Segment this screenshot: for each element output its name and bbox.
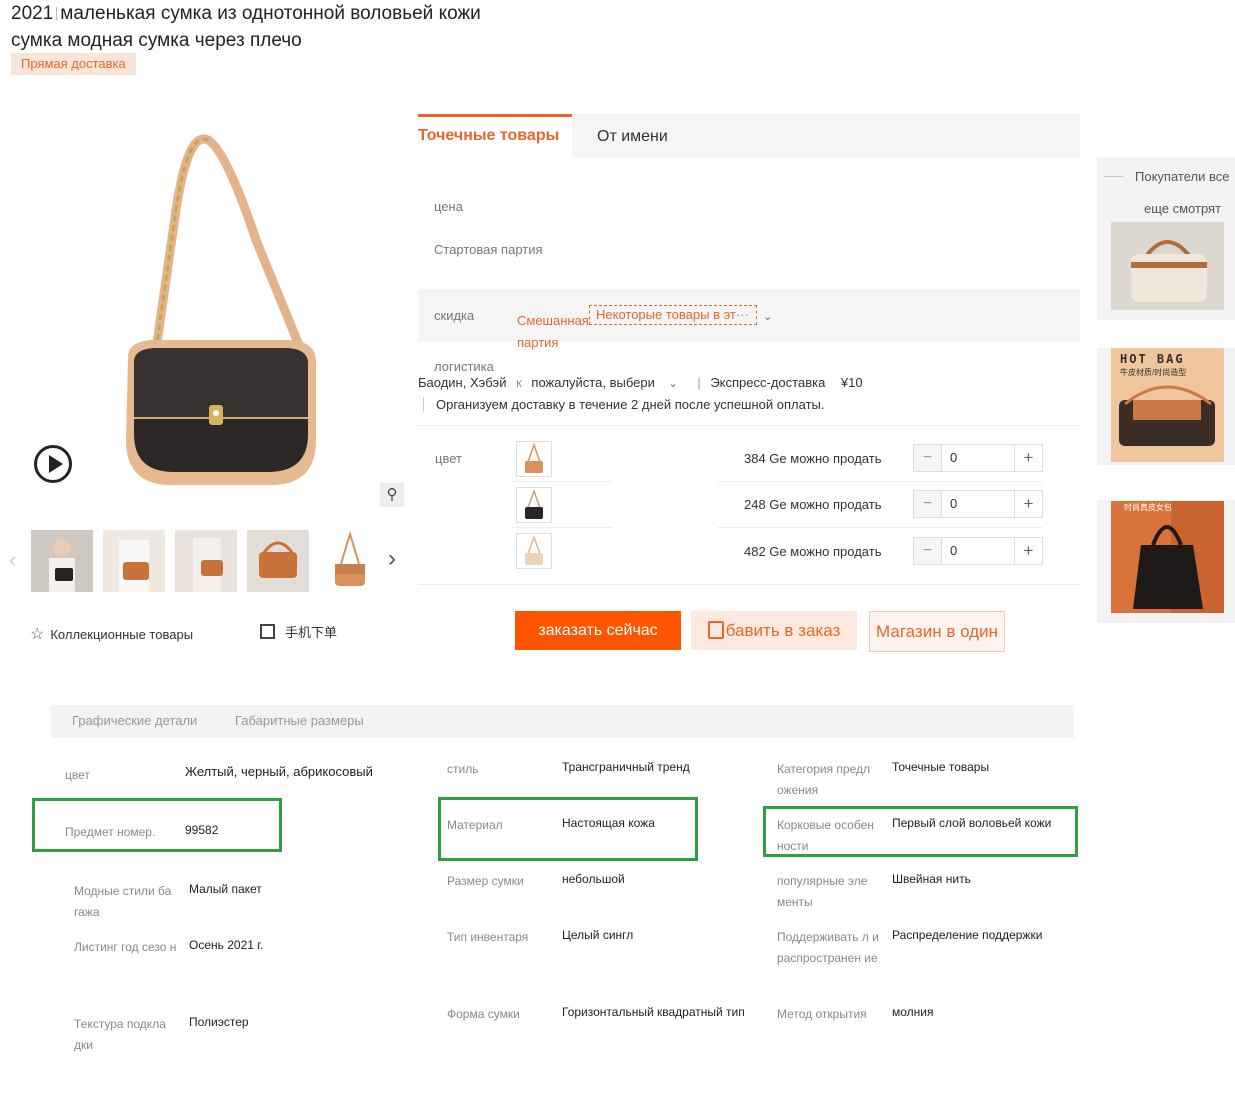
- plus-icon[interactable]: +: [1014, 538, 1042, 564]
- thumbnail-3[interactable]: [175, 530, 237, 592]
- attr-value: Горизонтальный квадратный тип: [562, 1005, 745, 1019]
- attr-value: Целый сингл: [562, 928, 634, 942]
- attr-key: Листинг год сезо н: [74, 940, 177, 954]
- sidebar-ad-3-title: 时尚真皮女包: [1124, 503, 1172, 512]
- thumbnail-2[interactable]: [103, 530, 165, 592]
- minus-icon[interactable]: −: [914, 491, 942, 517]
- stock-1: 384 Ge можно продать: [744, 451, 882, 466]
- attr-key: стиль: [447, 762, 479, 776]
- minus-icon[interactable]: −: [914, 445, 942, 471]
- color-swatch-1[interactable]: [516, 441, 552, 477]
- attr-value: Желтый, черный, абрикосовый: [185, 764, 373, 779]
- order-now-button[interactable]: заказать сейчас: [515, 611, 681, 650]
- color-swatch-2[interactable]: [516, 487, 552, 523]
- express-text: Экспресс-доставка: [710, 375, 826, 390]
- attr-value: молния: [892, 1005, 934, 1019]
- thumbs-next-icon[interactable]: ›: [388, 545, 396, 573]
- thumbs-prev-icon[interactable]: ‹: [9, 547, 16, 573]
- sidebar-title-line1: Покупатели все: [1135, 169, 1230, 184]
- sidebar-ad-2-subtitle: 牛皮材质/时尚造型: [1120, 368, 1187, 377]
- color-label: цвет: [435, 451, 462, 466]
- attr-key: Модные стили ба гажа: [74, 884, 172, 919]
- tab-spot-goods[interactable]: Точечные товары: [418, 114, 572, 157]
- attr-value: Настоящая кожа: [562, 816, 655, 830]
- attr-value: Осень 2021 г.: [189, 938, 264, 952]
- destination-select[interactable]: пожалуйста, выбери: [531, 375, 654, 390]
- attr-key: Материал: [447, 818, 503, 832]
- shipping-note: Организуем доставку в течение 2 дней пос…: [423, 397, 824, 412]
- min-batch-label: Стартовая партия: [434, 242, 543, 257]
- attr-key: Поддерживать л и распространен ие: [777, 930, 879, 965]
- chevron-down-icon[interactable]: ⌄: [763, 310, 772, 323]
- play-video-icon[interactable]: [34, 445, 72, 483]
- attr-value: Швейная нить: [892, 872, 971, 886]
- attr-key: Текстура подкла дки: [74, 1017, 166, 1052]
- attr-value: Полиэстер: [189, 1015, 249, 1029]
- sidebar-ad-2-title: HOT BAG: [1120, 352, 1185, 366]
- tab-dimensions[interactable]: Габаритные размеры: [235, 713, 364, 728]
- stock-2: 248 Ge можно продать: [744, 497, 882, 512]
- attr-value: Распределение поддержки: [892, 928, 1043, 942]
- collect-button[interactable]: ☆ Коллекционные товары: [30, 624, 193, 644]
- tab-on-behalf[interactable]: От имени: [597, 114, 668, 157]
- sidebar-title-line2: еще смотрят: [1144, 201, 1222, 216]
- mobile-order-button[interactable]: 手机下单: [260, 622, 337, 641]
- shop-one-button[interactable]: Магазин в один: [869, 611, 1005, 652]
- shipping-fee: ¥10: [840, 375, 863, 390]
- stock-3: 482 Ge можно продать: [744, 544, 882, 559]
- detail-tabs: [51, 705, 1074, 738]
- discount-label: скидка: [434, 308, 475, 323]
- product-title: 2021 маленькая сумка из однотонной воловь…: [11, 3, 481, 51]
- logistics-label: логистика: [434, 359, 494, 374]
- to-text: к: [516, 375, 522, 390]
- shipping-line: Баодин, Хэбэй к пожалуйста, выбери ⌄ | Э…: [418, 375, 863, 390]
- thumbnail-1[interactable]: [31, 530, 93, 592]
- attr-key: Предмет номер.: [65, 825, 156, 839]
- thumbnail-5[interactable]: [319, 530, 381, 592]
- attr-key: Размер сумки: [447, 874, 524, 888]
- attr-value: Трансграничный тренд: [562, 760, 690, 774]
- sidebar-ad-1[interactable]: [1111, 222, 1224, 310]
- plus-icon[interactable]: +: [1014, 445, 1042, 471]
- price-label: цена: [434, 199, 463, 214]
- cart-icon: [707, 621, 724, 639]
- origin-text: Баодин, Хэбэй: [418, 375, 507, 390]
- attr-key: Форма сумки: [447, 1007, 520, 1021]
- attr-value: Малый пакет: [189, 882, 262, 896]
- attr-key: Категория предл ожения: [777, 762, 871, 797]
- zoom-search-icon[interactable]: ⚲: [380, 483, 404, 507]
- add-to-order-button[interactable]: бавить в заказ: [691, 611, 857, 650]
- attr-value: небольшой: [562, 872, 625, 886]
- some-goods-dropdown[interactable]: Некоторые товары в эт···: [589, 305, 757, 325]
- sidebar-ad-3[interactable]: [1111, 501, 1224, 613]
- direct-delivery-badge: Прямая доставка: [11, 53, 136, 75]
- attr-key: цвет: [65, 768, 90, 782]
- attr-key: Метод открытия: [777, 1007, 867, 1021]
- attr-key: популярные эле менты: [777, 874, 868, 909]
- qr-code-icon: [260, 624, 275, 639]
- star-icon: ☆: [30, 626, 45, 643]
- attr-value: 99582: [185, 823, 219, 837]
- color-swatch-3[interactable]: [516, 533, 552, 569]
- thumbnail-4[interactable]: [247, 530, 309, 592]
- quantity-stepper-2[interactable]: − 0 +: [913, 490, 1043, 518]
- tab-graphic-details[interactable]: Графические детали: [72, 713, 197, 728]
- attr-key: Корковые особен ности: [777, 818, 874, 853]
- mixed-batch-label: Смешанная партия: [517, 313, 589, 350]
- quantity-stepper-1[interactable]: − 0 +: [913, 444, 1043, 472]
- attr-key: Тип инвентаря: [447, 930, 529, 944]
- plus-icon[interactable]: +: [1014, 491, 1042, 517]
- quantity-stepper-3[interactable]: − 0 +: [913, 537, 1043, 565]
- attr-value: Первый слой воловьей кожи: [892, 816, 1052, 830]
- minus-icon[interactable]: −: [914, 538, 942, 564]
- destination-chevron-icon[interactable]: ⌄: [668, 378, 677, 390]
- attr-value: Точечные товары: [892, 760, 990, 774]
